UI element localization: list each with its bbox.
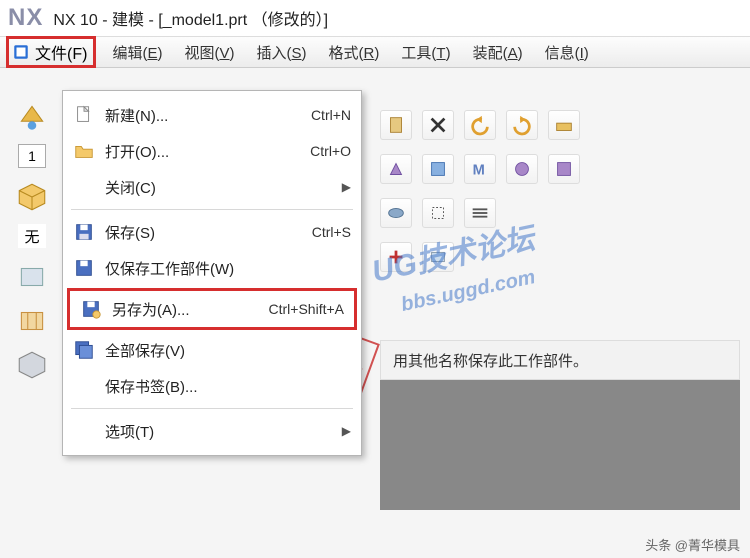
- tool-icon-6[interactable]: [380, 198, 412, 228]
- menu-open-shortcut: Ctrl+O: [310, 143, 351, 159]
- redo-icon[interactable]: [506, 110, 538, 140]
- menu-save-bookmark[interactable]: 保存书签(B)...: [63, 368, 361, 404]
- menu-description: 用其他名称保存此工作部件。: [380, 340, 740, 380]
- left-icon-1[interactable]: [15, 100, 49, 132]
- menu-save-shortcut: Ctrl+S: [312, 224, 351, 240]
- file-icon: [11, 43, 31, 61]
- save-work-icon: [73, 257, 95, 279]
- left-icon-2[interactable]: [15, 260, 49, 292]
- menu-assem[interactable]: 装配(A): [463, 38, 533, 67]
- blank-icon: [73, 375, 95, 397]
- menu-save-work[interactable]: 仅保存工作部件(W): [63, 250, 361, 286]
- submenu-arrow-icon: ▶: [342, 424, 351, 438]
- left-icon-4[interactable]: [15, 348, 49, 380]
- menu-options-label: 选项(T): [105, 421, 336, 442]
- menu-format[interactable]: 格式(R): [319, 38, 390, 67]
- tool-icon-4[interactable]: [506, 154, 538, 184]
- menu-open[interactable]: 打开(O)... Ctrl+O: [63, 133, 361, 169]
- undo-icon[interactable]: [464, 110, 496, 140]
- menu-description-text: 用其他名称保存此工作部件。: [393, 350, 588, 371]
- plus-icon[interactable]: [380, 242, 412, 272]
- menu-new[interactable]: 新建(N)... Ctrl+N: [63, 97, 361, 133]
- history-index[interactable]: 1: [18, 144, 46, 168]
- tool-icon-2[interactable]: [380, 154, 412, 184]
- new-file-icon: [73, 104, 95, 126]
- app-logo: NX: [8, 4, 43, 32]
- menu-options[interactable]: 选项(T) ▶: [63, 413, 361, 449]
- tool-icon-9[interactable]: [422, 242, 454, 272]
- menu-edit[interactable]: 编辑(E): [102, 38, 172, 67]
- file-dropdown: 新建(N)... Ctrl+N 打开(O)... Ctrl+O 关闭(C) ▶ …: [62, 90, 362, 456]
- menu-file-label: 文件(F): [35, 40, 87, 64]
- menu-save-all-label: 全部保存(V): [105, 340, 351, 361]
- save-as-icon: [80, 298, 102, 320]
- menu-save[interactable]: 保存(S) Ctrl+S: [63, 214, 361, 250]
- submenu-arrow-icon: ▶: [342, 180, 351, 194]
- menubar: 文件(F) 编辑(E) 视图(V) 插入(S) 格式(R) 工具(T) 装配(A…: [0, 36, 750, 68]
- left-trunc-label: 无: [18, 224, 46, 248]
- tool-icon-8[interactable]: [464, 198, 496, 228]
- save-all-icon: [73, 339, 95, 361]
- folder-open-icon: [73, 140, 95, 162]
- menu-save-work-label: 仅保存工作部件(W): [105, 258, 351, 279]
- window-title: NX 10 - 建模 - [_model1.prt （修改的）]: [53, 6, 328, 30]
- viewport-area[interactable]: [380, 380, 740, 510]
- footer-credit: 头条 @菁华模具: [645, 535, 740, 554]
- menu-open-label: 打开(O)...: [105, 141, 310, 162]
- menu-save-as-label: 另存为(A)...: [112, 299, 269, 320]
- save-icon: [73, 221, 95, 243]
- paste-icon[interactable]: [380, 110, 412, 140]
- menu-new-shortcut: Ctrl+N: [311, 107, 351, 123]
- menu-tools[interactable]: 工具(T): [391, 38, 460, 67]
- blank-icon: [73, 176, 95, 198]
- menu-save-bookmark-label: 保存书签(B)...: [105, 376, 351, 397]
- menu-view[interactable]: 视图(V): [174, 38, 244, 67]
- tool-icon-m[interactable]: M: [464, 154, 496, 184]
- menu-separator: [71, 209, 353, 210]
- svg-text:M: M: [473, 163, 485, 179]
- left-toolbar: 1 无: [8, 100, 56, 380]
- toolbar-area: M: [380, 110, 740, 286]
- delete-icon[interactable]: [422, 110, 454, 140]
- tool-icon-1[interactable]: [548, 110, 580, 140]
- left-icon-3[interactable]: [15, 304, 49, 336]
- tool-icon-5[interactable]: [548, 154, 580, 184]
- menu-info[interactable]: 信息(I): [535, 38, 599, 67]
- menu-file[interactable]: 文件(F): [6, 36, 96, 68]
- menu-insert[interactable]: 插入(S): [247, 38, 317, 67]
- menu-close-label: 关闭(C): [105, 177, 336, 198]
- menu-save-all[interactable]: 全部保存(V): [63, 332, 361, 368]
- menu-separator: [71, 408, 353, 409]
- menu-save-as-shortcut: Ctrl+Shift+A: [269, 301, 344, 317]
- tool-icon-3[interactable]: [422, 154, 454, 184]
- menu-new-label: 新建(N)...: [105, 105, 311, 126]
- titlebar: NX NX 10 - 建模 - [_model1.prt （修改的）]: [0, 0, 750, 36]
- blank-icon: [73, 420, 95, 442]
- menu-save-as[interactable]: 另存为(A)... Ctrl+Shift+A: [70, 291, 354, 327]
- menu-save-label: 保存(S): [105, 222, 312, 243]
- menu-close[interactable]: 关闭(C) ▶: [63, 169, 361, 205]
- cube-icon[interactable]: [15, 180, 49, 212]
- tool-icon-7[interactable]: [422, 198, 454, 228]
